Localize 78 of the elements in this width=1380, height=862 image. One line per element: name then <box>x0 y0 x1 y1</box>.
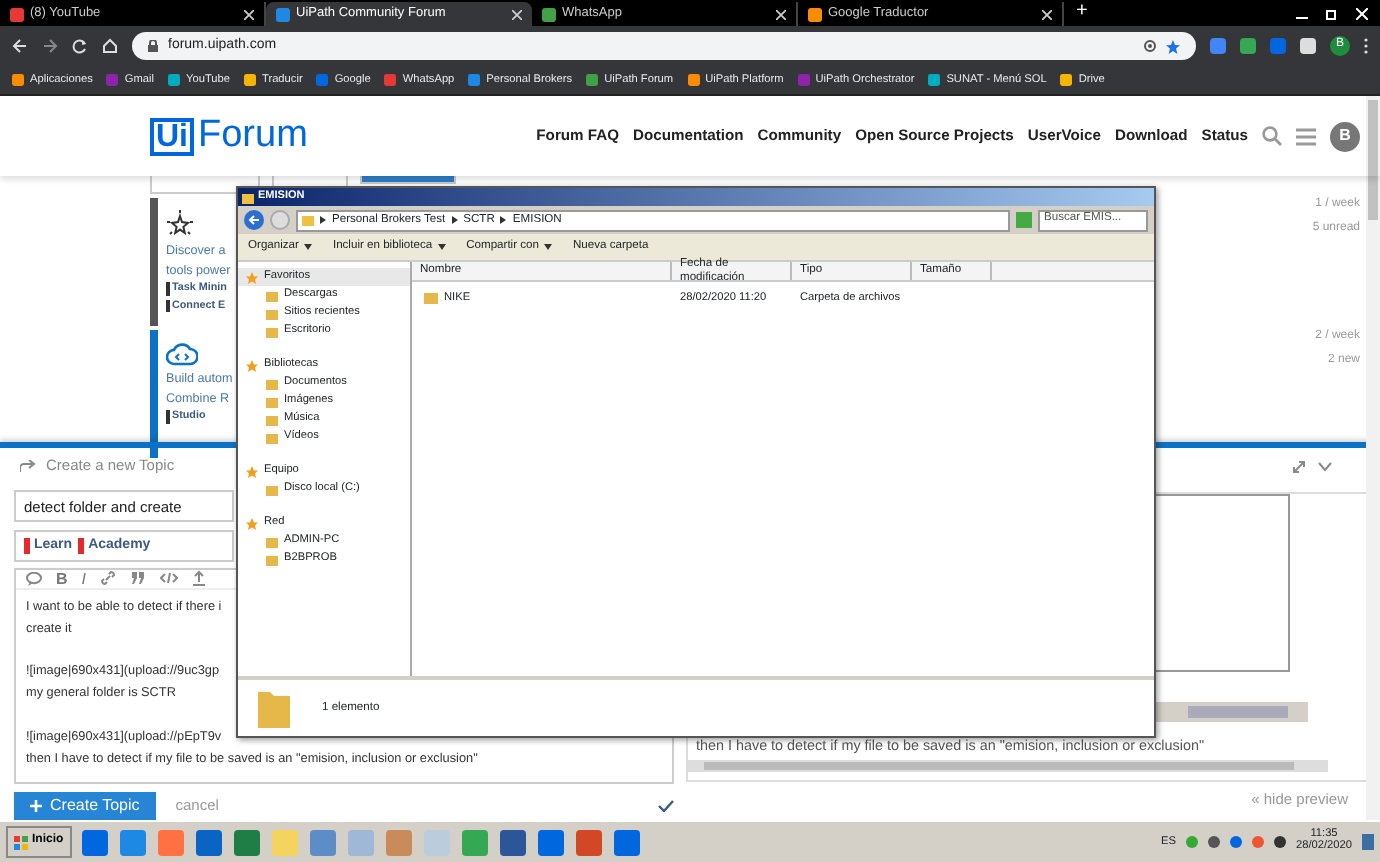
chevron-right-icon <box>451 216 458 224</box>
site-icon <box>244 73 256 86</box>
quote-icon[interactable] <box>130 572 147 585</box>
site-icon <box>106 73 119 86</box>
site-icon <box>1060 73 1073 86</box>
user-avatar[interactable]: B <box>1330 121 1360 151</box>
restore-icon[interactable] <box>1326 7 1338 19</box>
app-icon[interactable] <box>231 827 262 857</box>
site-icon <box>468 73 481 86</box>
site-icon <box>586 73 599 86</box>
site-icon <box>542 7 556 21</box>
expand-icon[interactable] <box>1292 459 1306 473</box>
app-icon[interactable] <box>535 827 566 857</box>
plus-icon <box>30 799 42 812</box>
home-icon[interactable] <box>102 38 118 54</box>
lock-icon <box>148 40 158 52</box>
app-icon[interactable] <box>611 827 642 857</box>
star-folder-icon <box>246 517 258 529</box>
star-folder-icon <box>246 359 258 371</box>
folder-icon <box>242 191 254 203</box>
reply-arrow-icon <box>20 459 36 472</box>
site-icon <box>276 7 290 21</box>
app-icon[interactable] <box>117 827 148 857</box>
folder-icon <box>302 214 314 226</box>
site-icon <box>384 73 397 86</box>
horizontal-scrollbar[interactable] <box>688 759 1328 772</box>
close-icon[interactable] <box>1042 9 1052 19</box>
link-icon[interactable] <box>100 570 117 587</box>
reload-icon[interactable] <box>72 38 88 54</box>
target-icon[interactable] <box>1144 40 1156 52</box>
site-icon <box>12 73 24 86</box>
folder-icon <box>258 688 290 728</box>
folder-icon <box>424 291 438 304</box>
back-icon[interactable] <box>244 210 264 230</box>
chevron-down-icon[interactable] <box>1318 461 1332 471</box>
check-icon <box>658 799 674 812</box>
filter-button[interactable] <box>150 176 260 194</box>
site-icon <box>168 73 181 86</box>
app-icon[interactable] <box>497 827 528 857</box>
windows-logo-icon <box>14 835 28 849</box>
forward-icon[interactable] <box>42 38 58 54</box>
back-icon[interactable] <box>12 38 28 54</box>
caret-icon <box>304 243 313 250</box>
app-icon[interactable] <box>307 827 338 857</box>
logo-mark[interactable]: Ui <box>150 117 194 155</box>
italic-button[interactable]: I <box>81 569 87 589</box>
app-icon[interactable] <box>459 827 490 857</box>
app-icon[interactable] <box>573 827 604 857</box>
sparkle-star-icon <box>166 210 194 238</box>
site-icon <box>687 73 700 86</box>
site-icon <box>797 73 810 86</box>
star-folder-icon <box>246 465 258 477</box>
close-icon[interactable] <box>776 9 786 19</box>
chevron-right-icon <box>320 216 326 224</box>
chevron-right-icon <box>500 216 507 224</box>
caret-icon <box>544 243 553 250</box>
close-icon[interactable] <box>512 9 522 19</box>
star-icon[interactable] <box>1166 39 1180 53</box>
star-folder-icon <box>246 271 258 283</box>
create-topic-button[interactable]: Create Topic <box>14 791 156 820</box>
app-icon[interactable] <box>79 827 110 857</box>
bold-button[interactable]: B <box>56 569 68 589</box>
site-icon <box>10 7 24 21</box>
site-icon <box>808 7 822 21</box>
cloud-code-icon <box>166 342 198 366</box>
site-icon <box>316 73 329 86</box>
speech-bubble-icon[interactable] <box>26 571 42 586</box>
new-tab-button[interactable]: + <box>1076 0 1088 24</box>
card-accent-bar <box>150 198 158 326</box>
site-icon <box>928 73 941 86</box>
logo-text[interactable]: Forum <box>198 113 308 159</box>
upload-icon[interactable] <box>192 570 207 587</box>
code-icon[interactable] <box>160 572 179 585</box>
search-icon[interactable] <box>1262 126 1282 146</box>
folder-icon <box>266 483 278 495</box>
app-icon[interactable] <box>193 827 224 857</box>
close-icon[interactable] <box>244 9 254 19</box>
caret-icon <box>438 243 447 250</box>
